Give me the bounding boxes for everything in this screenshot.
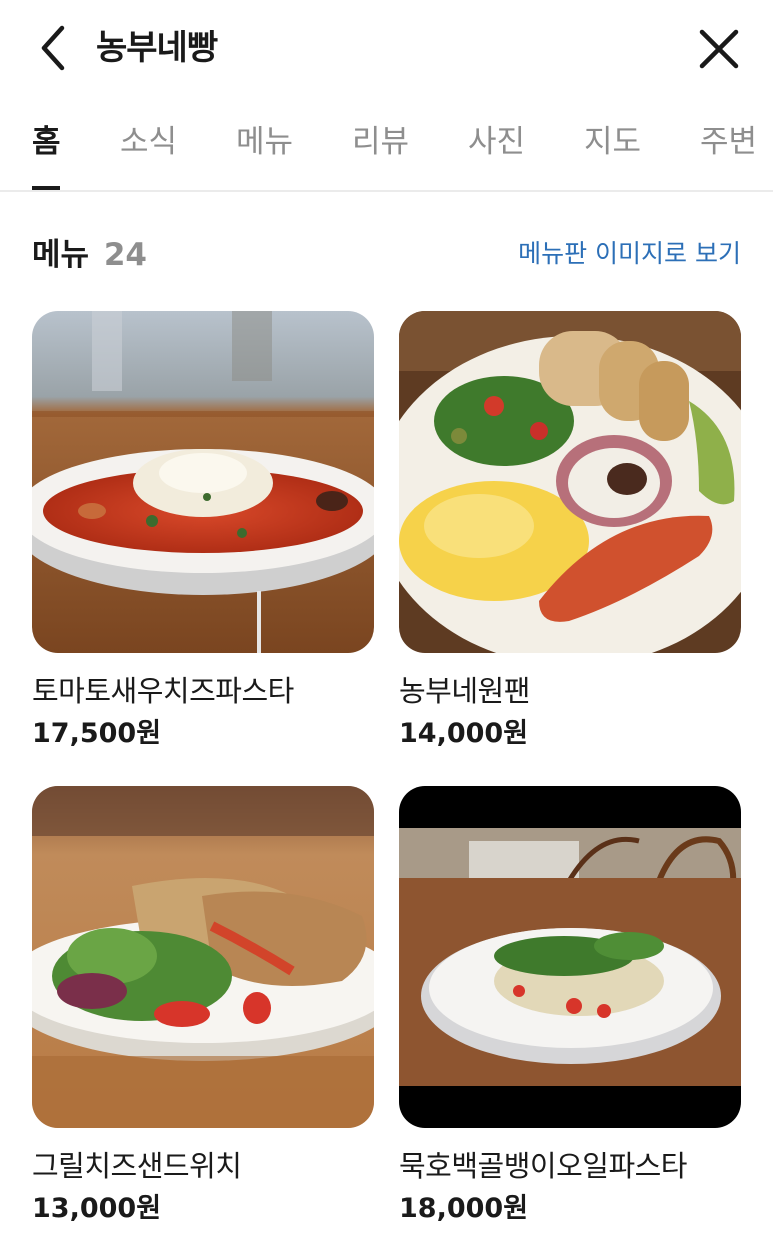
tab-bar: 홈 소식 메뉴 리뷰 사진 지도 주변 [0,98,773,192]
menu-item-card[interactable]: 그릴치즈샌드위치 13,000원 [32,786,374,1228]
back-button[interactable] [30,22,78,74]
menu-item-price: 13,000원 [32,1193,162,1224]
menu-item-photo [32,311,374,653]
menu-item-card[interactable]: 묵호백골뱅이오일파스타 18,000원 [399,786,741,1228]
menu-item-price: 17,500원 [32,718,162,749]
menu-item-name: 그릴치즈샌드위치 [32,1149,242,1183]
menu-item-price: 18,000원 [399,1193,529,1224]
menu-item-name: 농부네원팬 [399,674,530,708]
menu-item-name: 토마토새우치즈파스타 [32,674,294,708]
menu-board-image-link[interactable]: 메뉴판 이미지로 보기 [518,234,741,274]
tab-map[interactable]: 지도 [584,120,641,164]
app-header: 농부네빵 [0,0,773,98]
tab-home[interactable]: 홈 [32,120,61,164]
close-icon [699,29,739,69]
active-tab-indicator [32,186,60,190]
menu-item-photo [399,786,741,1128]
menu-item-card[interactable]: 농부네원팬 14,000원 [399,311,741,753]
menu-count: 24 [103,237,147,273]
close-button[interactable] [694,24,744,74]
menu-item-photo [399,311,741,653]
tab-nearby[interactable]: 주변 [700,120,757,164]
menu-item-card[interactable]: 토마토새우치즈파스타 17,500원 [32,311,374,753]
menu-section-label: 메뉴 [32,237,90,273]
tab-news[interactable]: 소식 [120,120,177,164]
tab-photos[interactable]: 사진 [468,120,525,164]
menu-item-price: 14,000원 [399,718,529,749]
tab-menu[interactable]: 메뉴 [236,120,293,164]
menu-item-photo [32,786,374,1128]
menu-item-name: 묵호백골뱅이오일파스타 [399,1149,687,1183]
chevron-left-icon [41,25,65,71]
menu-section-title: 메뉴 24 [32,232,147,278]
tab-reviews[interactable]: 리뷰 [352,120,409,164]
page-title: 농부네빵 [96,28,218,68]
